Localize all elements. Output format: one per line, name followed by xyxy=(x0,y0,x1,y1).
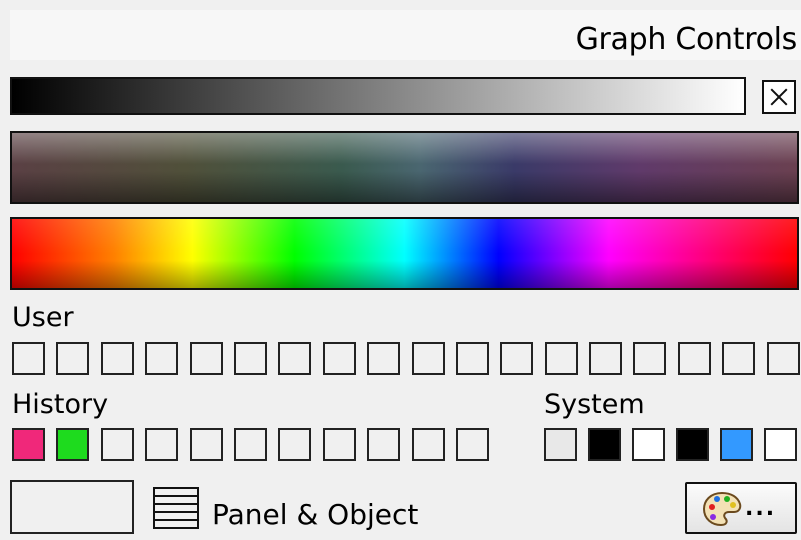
panel-object-label: Panel & Object xyxy=(212,498,419,531)
transparent-color-button[interactable] xyxy=(762,80,796,114)
history-color-swatch-1[interactable] xyxy=(12,428,45,461)
user-color-swatch-15[interactable] xyxy=(633,342,667,375)
system-color-swatch-3[interactable] xyxy=(632,428,665,461)
user-color-swatch-8[interactable] xyxy=(322,342,356,375)
history-color-swatch-4[interactable] xyxy=(145,428,179,461)
user-color-swatch-2[interactable] xyxy=(56,342,90,375)
history-color-swatch-7[interactable] xyxy=(278,428,312,461)
system-swatches xyxy=(544,428,801,461)
history-color-swatch-10[interactable] xyxy=(411,428,445,461)
history-color-swatch-2[interactable] xyxy=(56,428,90,461)
user-color-swatch-10[interactable] xyxy=(411,342,445,375)
list-icon[interactable] xyxy=(152,486,200,530)
user-color-swatch-16[interactable] xyxy=(677,342,711,375)
muted-tone-ramp[interactable] xyxy=(10,131,799,204)
user-color-swatch-6[interactable] xyxy=(233,342,267,375)
user-color-swatch-1[interactable] xyxy=(12,342,45,375)
current-color-preview[interactable] xyxy=(10,480,134,534)
user-color-swatch-18[interactable] xyxy=(766,342,800,375)
user-color-swatch-12[interactable] xyxy=(500,342,534,375)
user-color-swatch-3[interactable] xyxy=(100,342,134,375)
user-colors-label: User xyxy=(12,302,74,333)
user-color-swatch-11[interactable] xyxy=(455,342,489,375)
user-color-swatch-5[interactable] xyxy=(189,342,223,375)
user-color-swatch-7[interactable] xyxy=(278,342,312,375)
system-color-swatch-5[interactable] xyxy=(720,428,753,461)
history-color-swatch-5[interactable] xyxy=(189,428,223,461)
user-color-swatch-13[interactable] xyxy=(544,342,578,375)
hue-spectrum-ramp[interactable] xyxy=(10,217,799,290)
history-color-swatch-8[interactable] xyxy=(322,428,356,461)
palette-icon xyxy=(702,491,742,527)
user-swatches xyxy=(12,342,801,375)
system-color-swatch-2[interactable] xyxy=(588,428,621,461)
user-color-swatch-14[interactable] xyxy=(589,342,623,375)
history-color-swatch-6[interactable] xyxy=(233,428,267,461)
system-color-swatch-6[interactable] xyxy=(764,428,797,461)
user-color-swatch-4[interactable] xyxy=(145,342,179,375)
palette-ellipsis: ... xyxy=(745,496,777,521)
user-color-swatch-9[interactable] xyxy=(367,342,401,375)
history-colors-label: History xyxy=(12,389,109,420)
history-swatches xyxy=(12,428,500,461)
color-picker-button[interactable]: ... xyxy=(685,482,797,534)
system-color-swatch-4[interactable] xyxy=(676,428,709,461)
history-color-swatch-11[interactable] xyxy=(455,428,489,461)
user-color-swatch-17[interactable] xyxy=(722,342,756,375)
grayscale-ramp[interactable] xyxy=(10,77,746,115)
panel-title: Graph Controls xyxy=(575,22,798,57)
history-color-swatch-9[interactable] xyxy=(367,428,401,461)
system-colors-label: System xyxy=(544,389,645,420)
system-color-swatch-1[interactable] xyxy=(544,428,577,461)
history-color-swatch-3[interactable] xyxy=(100,428,134,461)
